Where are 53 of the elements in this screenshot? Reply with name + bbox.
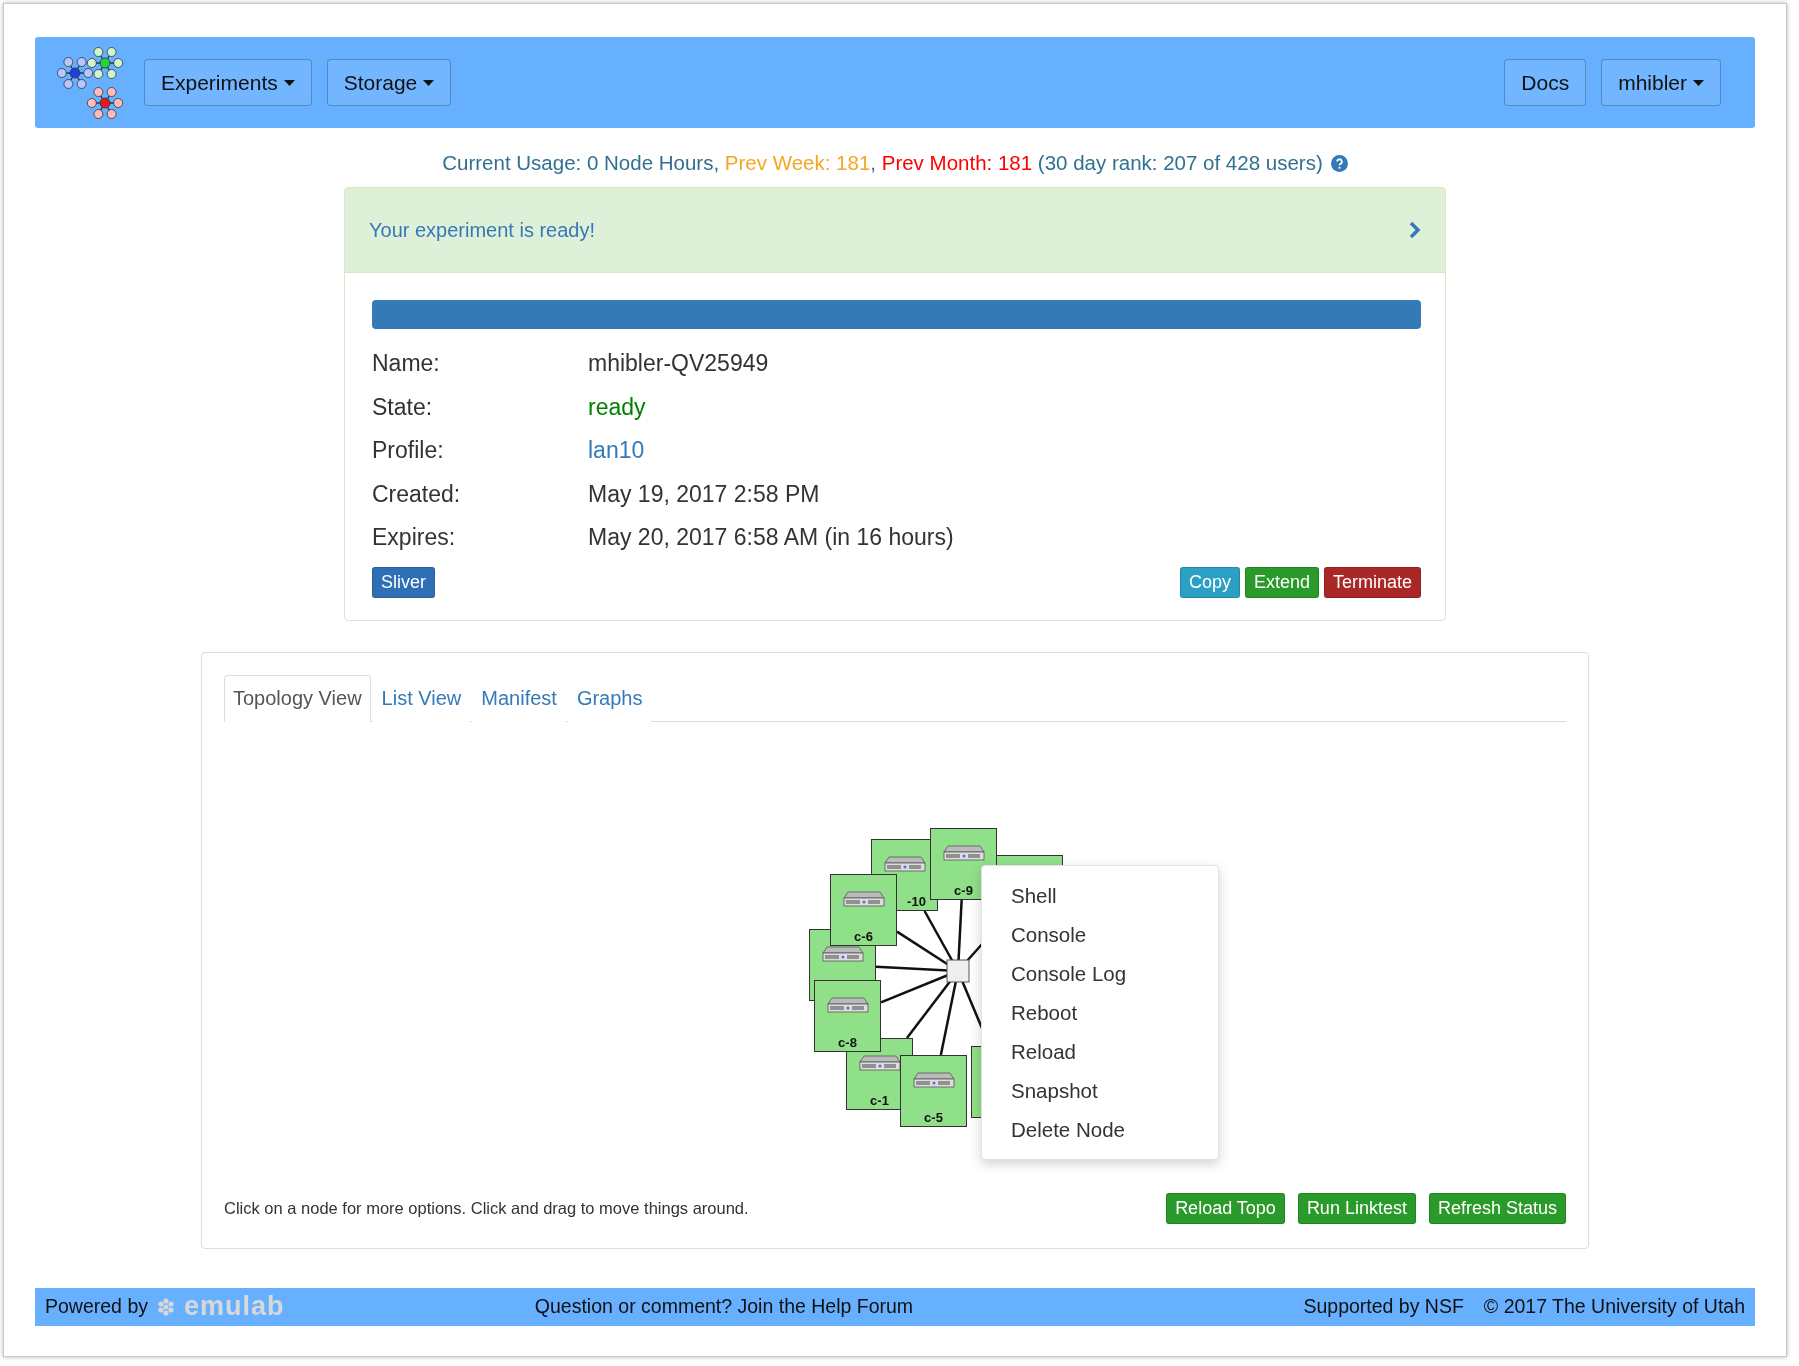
server-icon bbox=[842, 890, 885, 907]
help-icon[interactable] bbox=[1330, 154, 1348, 172]
node-label: c-1 bbox=[870, 1092, 889, 1108]
flower-icon bbox=[156, 1296, 176, 1317]
topology-action-button[interactable]: Run Linktest bbox=[1297, 1193, 1416, 1224]
menu-item[interactable]: Console Log bbox=[982, 953, 1218, 993]
switch-node[interactable] bbox=[946, 959, 970, 982]
nsf-support-text: Supported by NSF bbox=[1303, 1295, 1464, 1318]
copyright-text: © 2017 The University of Utah bbox=[1483, 1295, 1745, 1318]
server-node[interactable]: c-6 bbox=[830, 873, 897, 946]
field-label: Expires: bbox=[372, 524, 457, 552]
menu-item[interactable]: Reboot bbox=[982, 992, 1218, 1032]
action-button[interactable]: Terminate bbox=[1323, 566, 1421, 598]
menu-item[interactable]: Delete Node bbox=[982, 1109, 1218, 1149]
node-label: c-6 bbox=[854, 928, 873, 944]
status-heading: Your experiment is ready! bbox=[369, 218, 596, 242]
node-label: c-9 bbox=[954, 882, 973, 898]
server-icon bbox=[883, 855, 926, 872]
field-label: State: bbox=[372, 393, 434, 421]
action-button[interactable]: Extend bbox=[1244, 566, 1319, 598]
field-value: ready bbox=[588, 393, 647, 421]
field-value: May 19, 2017 2:58 PM bbox=[588, 480, 821, 508]
help-text: Click on a node for more options. Click and drag to move things around. bbox=[224, 1199, 749, 1218]
server-icon bbox=[942, 844, 985, 861]
field-label: Name: bbox=[372, 350, 441, 378]
usage-summary: Current Usage: 0 Node Hours, Prev Week: 181, Prev Month: 181 (30 day rank: 207 of 428 users) bbox=[442, 150, 1323, 176]
server-icon bbox=[826, 996, 869, 1013]
sliver-button[interactable]: Sliver bbox=[372, 566, 435, 598]
powered-by-text: Powered by bbox=[45, 1295, 148, 1318]
nav-menu-button[interactable]: mhibler bbox=[1601, 59, 1721, 106]
server-node[interactable]: c-8 bbox=[814, 979, 881, 1052]
server-icon bbox=[912, 1071, 955, 1088]
menu-item[interactable]: Snapshot bbox=[982, 1070, 1218, 1110]
profile-link[interactable]: lan10 bbox=[588, 437, 1421, 465]
help-forum-text[interactable]: Question or comment? Join the Help Forum bbox=[534, 1295, 914, 1318]
view-tab[interactable]: Topology View bbox=[224, 674, 371, 722]
topology-action-button[interactable]: Refresh Status bbox=[1428, 1193, 1566, 1224]
field-value: May 20, 2017 6:58 AM (in 16 hours) bbox=[588, 524, 955, 552]
field-label: Created: bbox=[372, 480, 462, 508]
topology-action-button[interactable]: Reload Topo bbox=[1166, 1193, 1285, 1224]
field-label: Profile: bbox=[372, 437, 445, 465]
nav-menu-button[interactable]: Docs bbox=[1504, 59, 1587, 106]
field-value: mhibler-QV25949 bbox=[588, 350, 770, 378]
nav-menu-button[interactable]: Experiments bbox=[144, 59, 312, 106]
nav-menu-button[interactable]: Storage bbox=[326, 59, 452, 106]
node-label: -10 bbox=[907, 893, 926, 909]
server-icon bbox=[858, 1054, 901, 1071]
server-node[interactable]: c-5 bbox=[900, 1054, 967, 1127]
node-label: c-5 bbox=[924, 1109, 943, 1125]
server-icon bbox=[821, 945, 864, 962]
menu-item[interactable]: Console bbox=[982, 914, 1218, 954]
menu-item[interactable]: Reload bbox=[982, 1031, 1218, 1071]
chevron-right-icon[interactable] bbox=[1409, 221, 1421, 239]
